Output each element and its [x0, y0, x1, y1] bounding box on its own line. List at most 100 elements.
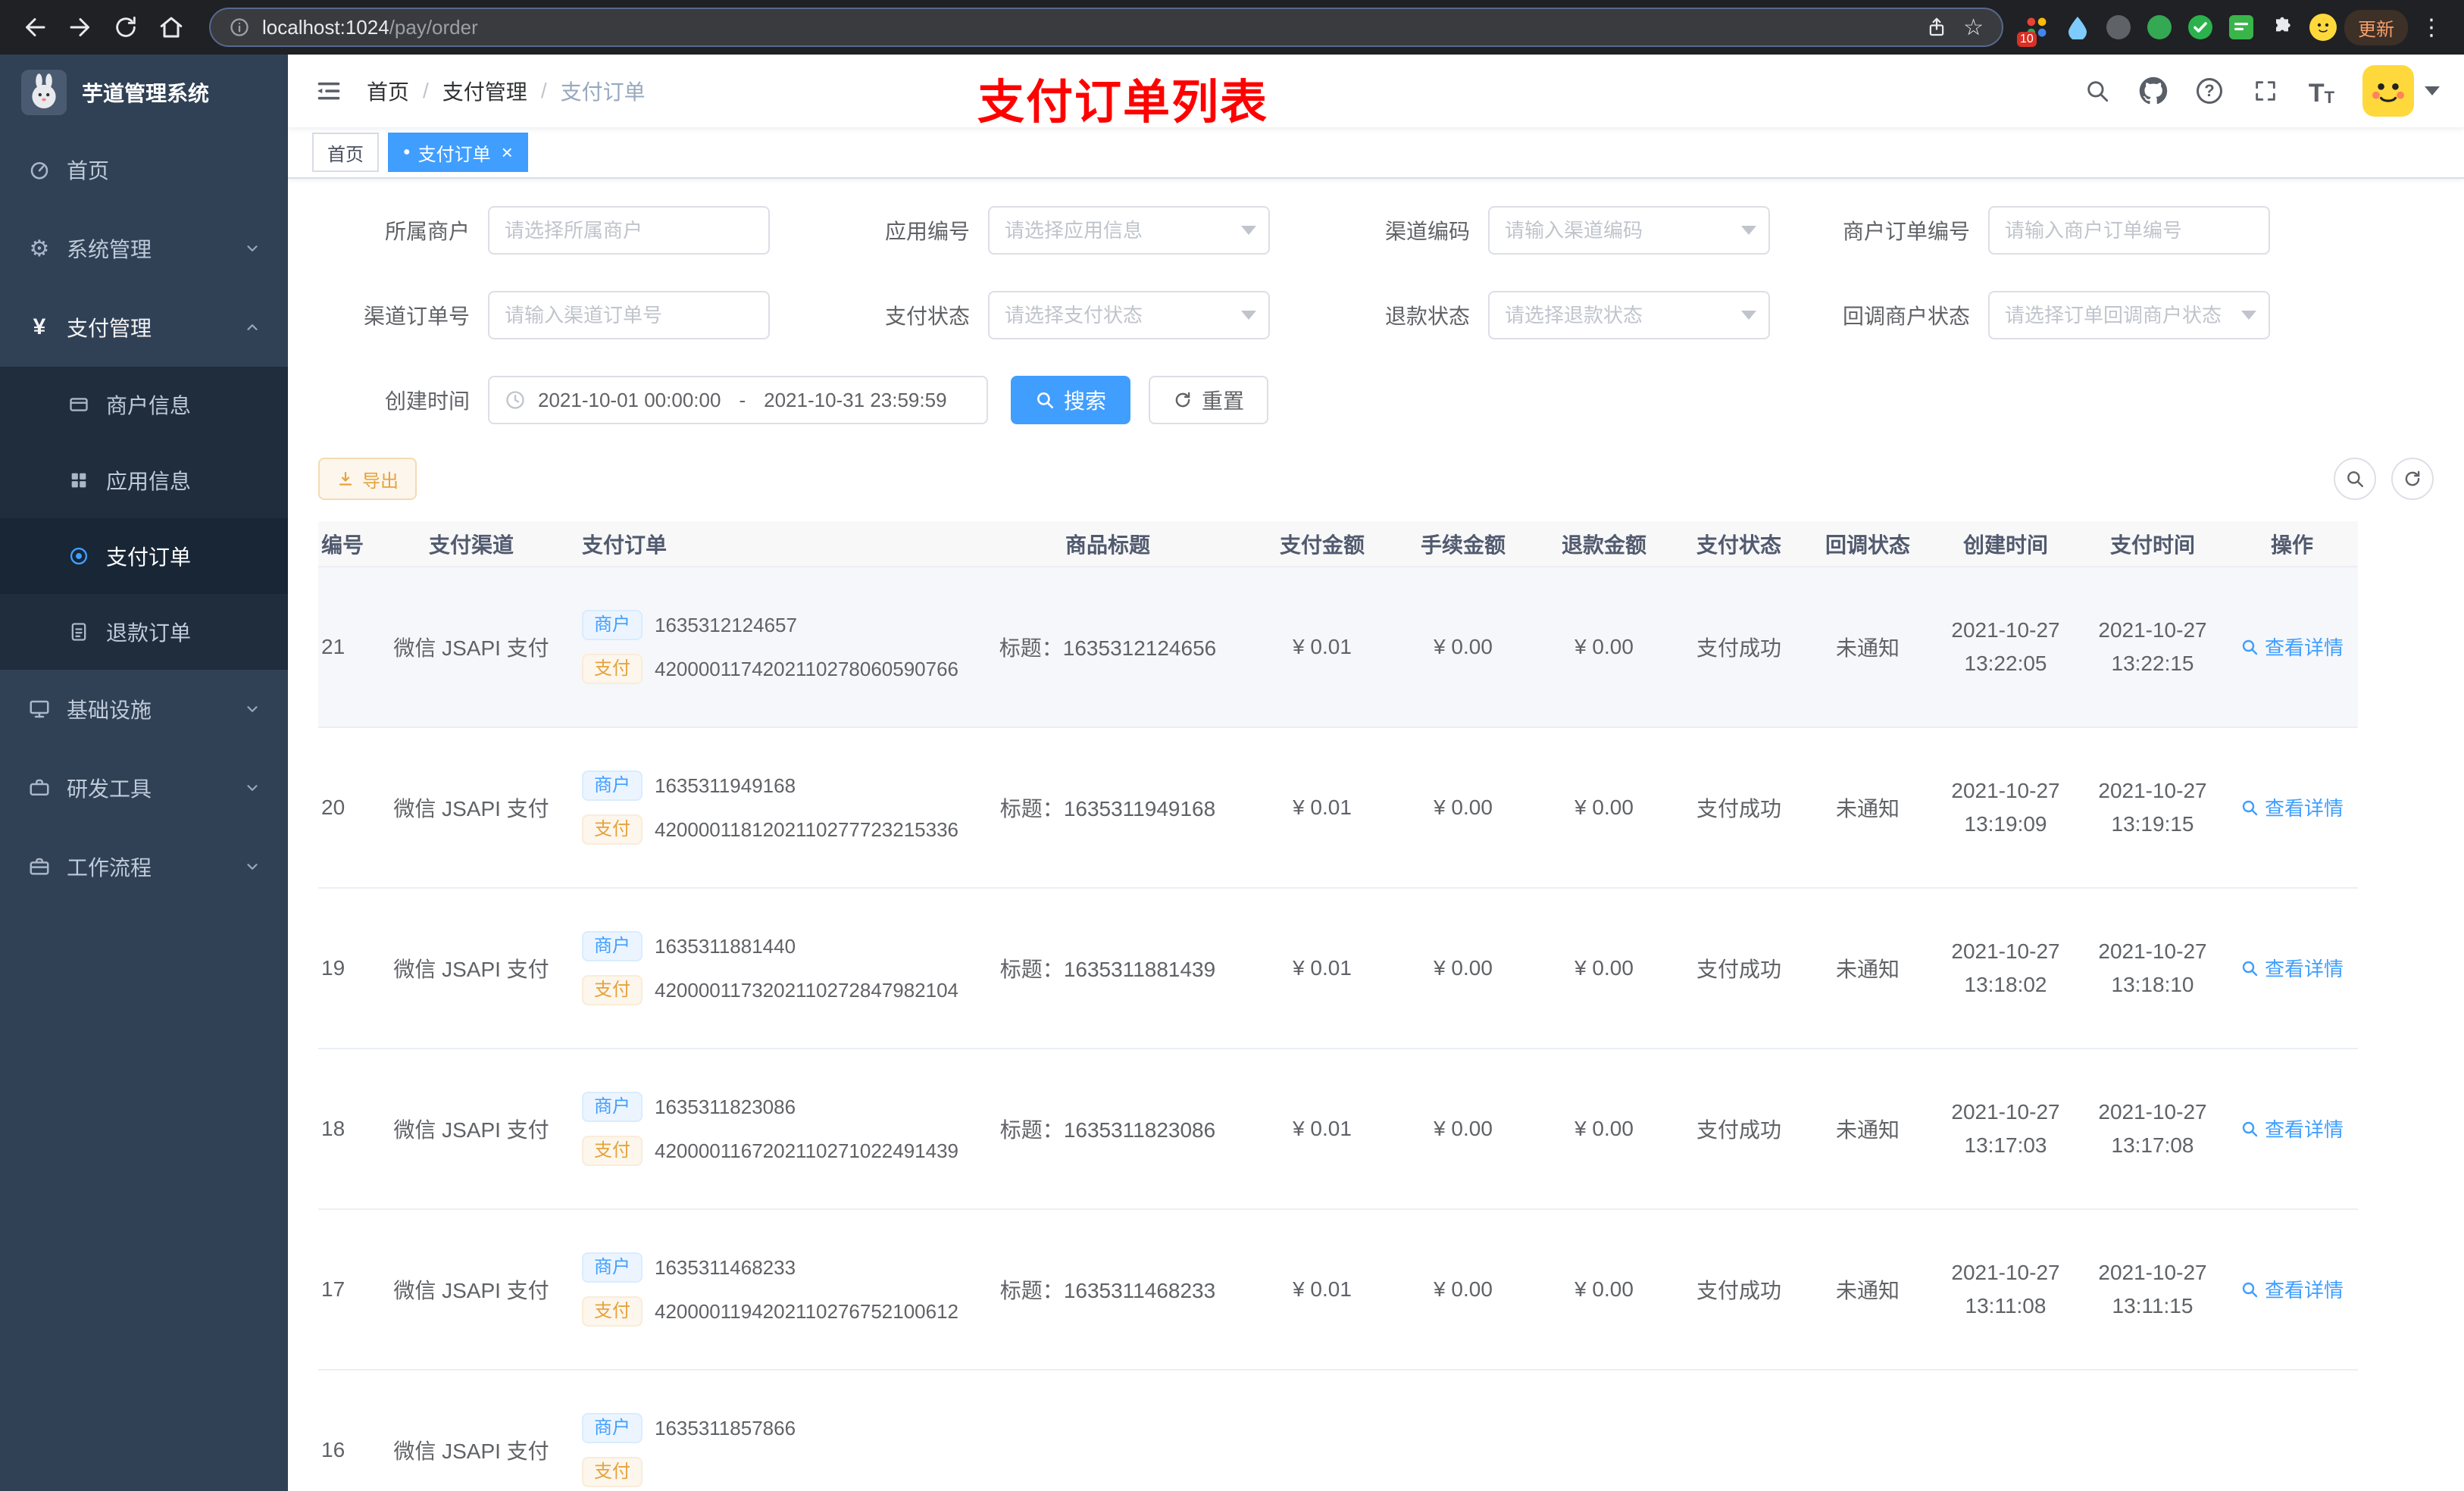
product-title: 标题：1635312124656 [964, 567, 1252, 728]
search-button[interactable]: 搜索 [1011, 376, 1131, 424]
user-avatar[interactable] [2362, 65, 2414, 117]
filter-label: 所属商户 [384, 220, 470, 243]
sidebar-item-infra[interactable]: 基础设施 [0, 670, 288, 749]
filter-input-merchant[interactable] [488, 206, 770, 255]
toggle-search-button[interactable] [2334, 458, 2376, 500]
pay-tag: 支付 [582, 1136, 643, 1166]
share-icon[interactable] [1925, 16, 1948, 39]
breadcrumb-payment[interactable]: 支付管理 [442, 76, 527, 106]
browser-profile-avatar[interactable] [2308, 12, 2338, 42]
browser-menu-icon[interactable]: ⋮ [2414, 14, 2449, 41]
sidebar-item-devtools[interactable]: 研发工具 [0, 749, 288, 827]
reload-icon[interactable] [106, 8, 145, 47]
fee-amount [1393, 1370, 1534, 1491]
tab-pay-order[interactable]: ● 支付订单 × [388, 133, 528, 172]
filter-select-app[interactable] [988, 206, 1270, 255]
briefcase-icon [27, 855, 52, 879]
sidebar-item-refund-order[interactable]: 退款订单 [0, 594, 288, 670]
extension-colordots-icon[interactable]: 10 [2017, 12, 2052, 47]
filter-select-refund-status[interactable] [1488, 291, 1770, 339]
view-detail-link[interactable]: 查看详情 [2240, 954, 2344, 982]
actions-cell: 查看详情 [2226, 888, 2358, 1049]
table-row[interactable]: 20 微信 JSAPI 支付 商户 1635311949168 支付 42000… [318, 727, 2358, 889]
order-id: 20 [318, 727, 373, 889]
breadcrumb-home[interactable]: 首页 [367, 76, 409, 106]
view-detail-link[interactable]: 查看详情 [2240, 1275, 2344, 1303]
forward-icon[interactable] [61, 8, 100, 47]
order-id: 16 [318, 1370, 373, 1491]
extension-chat-icon[interactable] [2226, 12, 2256, 42]
create-time: 2021-10-27 13:11:08 [1932, 1209, 2079, 1371]
filter-input-merchant-order-no[interactable] [1988, 206, 2270, 255]
sidebar-item-workflow[interactable]: 工作流程 [0, 827, 288, 906]
extension-drop-icon[interactable] [2062, 12, 2093, 42]
filter-input-channel-order-no[interactable] [488, 291, 770, 339]
view-detail-link[interactable]: 查看详情 [2240, 633, 2344, 661]
notify-status: 未通知 [1803, 888, 1932, 1049]
refresh-button[interactable] [2391, 458, 2434, 500]
pay-status: 支付成功 [1674, 1049, 1803, 1210]
sidebar-item-system[interactable]: ⚙ 系统管理 [0, 209, 288, 288]
table-row[interactable]: 16 微信 JSAPI 支付 商户 1635311857866 支付 [318, 1370, 2358, 1491]
sidebar-item-merchant-info[interactable]: 商户信息 [0, 367, 288, 442]
bookmark-star-icon[interactable]: ☆ [1963, 14, 1984, 41]
extension-dark-icon[interactable] [2103, 12, 2134, 42]
hamburger-icon[interactable] [312, 74, 346, 108]
table-row[interactable]: 19 微信 JSAPI 支付 商户 1635311881440 支付 42000… [318, 888, 2358, 1049]
header-search-icon[interactable] [2082, 76, 2112, 106]
table-row[interactable]: 17 微信 JSAPI 支付 商户 1635311468233 支付 42000… [318, 1209, 2358, 1371]
date-end: 2021-10-31 23:59:59 [764, 388, 947, 411]
extension-check-icon[interactable] [2185, 12, 2215, 42]
order-id: 18 [318, 1049, 373, 1210]
help-icon[interactable]: ? [2194, 76, 2225, 106]
close-icon[interactable]: × [502, 142, 513, 162]
screen: localhost:1024/pay/order ☆ 10 更新 ⋮ 芋道管理系… [0, 0, 2464, 1491]
tab-home[interactable]: 首页 [312, 133, 379, 172]
sidebar-item-home[interactable]: 首页 [0, 130, 288, 209]
sidebar-item-app-info[interactable]: 应用信息 [0, 442, 288, 518]
export-button[interactable]: 导出 [318, 458, 417, 500]
font-size-icon[interactable]: TT [2306, 76, 2337, 106]
filter-select-channel-code[interactable] [1488, 206, 1770, 255]
notify-status: 未通知 [1803, 1049, 1932, 1210]
view-detail-link[interactable]: 查看详情 [2240, 1114, 2344, 1142]
pay-tag: 支付 [582, 814, 643, 845]
fullscreen-icon[interactable] [2250, 76, 2281, 106]
chevron-down-icon [2425, 86, 2440, 95]
extensions-puzzle-icon[interactable] [2267, 12, 2297, 42]
date-range-input[interactable]: 2021-10-01 00:00:00 - 2021-10-31 23:59:5… [488, 376, 988, 424]
reset-button[interactable]: 重置 [1149, 376, 1269, 424]
sidebar-item-pay-order[interactable]: 支付订单 [0, 518, 288, 594]
pay-channel: 微信 JSAPI 支付 [373, 1049, 570, 1210]
sidebar-item-payment[interactable]: ¥ 支付管理 [0, 288, 288, 367]
actions-cell: 查看详情 [2226, 1049, 2358, 1210]
col-fee: 手续金额 [1393, 521, 1534, 567]
site-info-icon[interactable] [229, 17, 250, 38]
filter-select-pay-status[interactable] [988, 291, 1270, 339]
monitor-icon [27, 697, 52, 721]
pay-amount: ¥ 0.01 [1252, 1209, 1393, 1371]
fee-amount: ¥ 0.00 [1393, 1209, 1534, 1371]
filter-select-notify-status[interactable] [1988, 291, 2270, 339]
browser-update-button[interactable]: 更新 [2344, 9, 2408, 45]
pay-amount: ¥ 0.01 [1252, 567, 1393, 728]
merchant-tag: 商户 [582, 771, 643, 801]
actions-cell: 查看详情 [2226, 1209, 2358, 1371]
pay-status: 支付成功 [1674, 1209, 1803, 1371]
app-logo[interactable]: 芋道管理系统 [0, 55, 288, 130]
filter-label: 支付状态 [884, 305, 970, 328]
payment-submenu: 商户信息 应用信息 支付订单 退款订单 [0, 367, 288, 670]
view-detail-link[interactable]: 查看详情 [2240, 793, 2344, 821]
url-bar[interactable]: localhost:1024/pay/order ☆ [209, 8, 2003, 47]
back-icon[interactable] [15, 8, 55, 47]
extension-green-icon[interactable] [2144, 12, 2175, 42]
channel-order-no: 4200001174202110278060590766 [655, 657, 959, 680]
home-icon[interactable] [152, 8, 191, 47]
user-menu[interactable] [2362, 65, 2440, 117]
table-row[interactable]: 18 微信 JSAPI 支付 商户 1635311823086 支付 42000… [318, 1049, 2358, 1210]
github-icon[interactable] [2138, 76, 2169, 106]
extensions-row: 10 [2017, 12, 2338, 47]
merchant-order-no: 1635311823086 [655, 1095, 796, 1118]
pay-order-cell: 商户 1635311949168 支付 42000011812021102777… [570, 727, 964, 889]
table-row[interactable]: 21 微信 JSAPI 支付 商户 1635312124657 支付 42000… [318, 567, 2358, 728]
